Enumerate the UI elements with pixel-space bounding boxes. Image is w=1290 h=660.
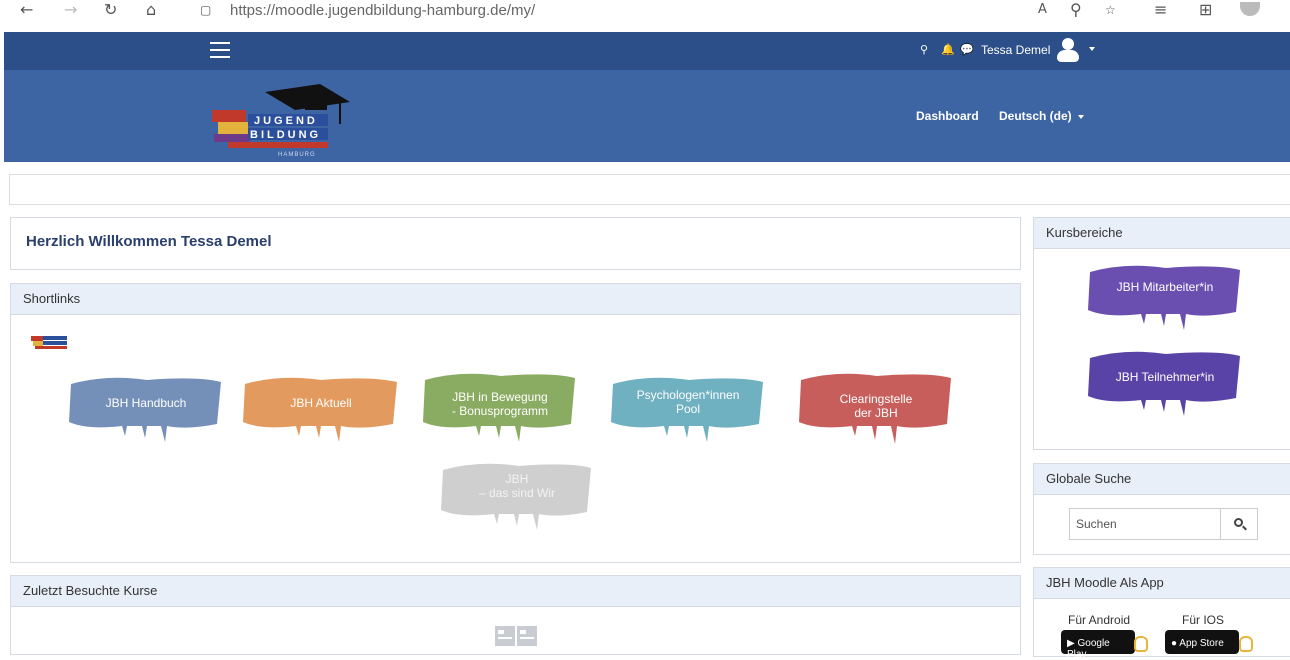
shortlink-psychologen-pool[interactable]: Psychologen*innen Pool bbox=[609, 374, 767, 444]
apple-icon: ● bbox=[1171, 638, 1178, 649]
collections-icon[interactable]: ⊞ bbox=[1199, 0, 1212, 20]
shortlink-jbh-aktuell[interactable]: JBH Aktuell bbox=[241, 374, 401, 444]
kursbereiche-title: Kursbereiche bbox=[1034, 218, 1290, 249]
back-icon[interactable]: ← bbox=[20, 0, 33, 20]
welcome-heading: Herzlich Willkommen Tessa Demel bbox=[26, 233, 272, 250]
app-store-label: App Store bbox=[1179, 638, 1224, 649]
courses-placeholder-icon bbox=[495, 626, 537, 646]
shortlink-label: JBH Aktuell bbox=[290, 396, 352, 410]
home-icon[interactable]: ⌂ bbox=[146, 0, 156, 20]
message-icon[interactable]: 💬 bbox=[960, 43, 974, 56]
favorites-icon[interactable]: ≡ bbox=[1154, 0, 1167, 20]
search-button[interactable] bbox=[1220, 508, 1258, 540]
search-icon[interactable]: ⚲ bbox=[920, 43, 928, 56]
jugendbildung-logo[interactable]: JUGEND BILDUNG HAMBURG bbox=[210, 78, 360, 160]
google-play-badge[interactable]: ▶ Google Play bbox=[1061, 630, 1135, 660]
pointer-hand-icon bbox=[1239, 636, 1253, 652]
pointer-hand-icon bbox=[1134, 636, 1148, 652]
play-store-icon: ▶ bbox=[1067, 638, 1075, 649]
kursbereiche-block: Kursbereiche JBH Mitarbeiter*in JBH Teil… bbox=[1033, 217, 1290, 450]
svg-text:BILDUNG: BILDUNG bbox=[250, 129, 321, 141]
language-menu[interactable]: Deutsch (de) bbox=[999, 109, 1084, 123]
kursbereich-label: JBH Teilnehmer*in bbox=[1115, 370, 1215, 384]
moodle-app-title: JBH Moodle Als App bbox=[1034, 568, 1290, 599]
language-caret-icon bbox=[1077, 114, 1084, 119]
svg-text:HAMBURG: HAMBURG bbox=[278, 152, 316, 158]
shortlink-label: Clearingstelle der JBH bbox=[839, 392, 913, 420]
recent-courses-block: Zuletzt Besuchte Kurse bbox=[10, 575, 1021, 655]
shortlink-label: JBH in Bewegung - Bonusprogramm bbox=[451, 390, 549, 418]
shortlink-das-sind-wir[interactable]: JBH – das sind Wir bbox=[439, 460, 595, 532]
search-input[interactable]: Suchen bbox=[1069, 508, 1221, 540]
zoom-icon[interactable]: ⚲ bbox=[1070, 0, 1082, 20]
site-info-icon[interactable]: ▢ bbox=[200, 0, 211, 20]
svg-text:JUGEND: JUGEND bbox=[254, 115, 318, 127]
forward-icon[interactable]: → bbox=[64, 0, 77, 20]
app-store-badge[interactable]: ● App Store bbox=[1165, 630, 1239, 654]
recent-courses-title: Zuletzt Besuchte Kurse bbox=[11, 576, 1020, 607]
welcome-block: Herzlich Willkommen Tessa Demel bbox=[10, 217, 1021, 270]
user-name[interactable]: Tessa Demel bbox=[981, 43, 1050, 57]
read-aloud-icon[interactable]: A bbox=[1038, 0, 1047, 20]
browser-profile-icon[interactable] bbox=[1240, 2, 1260, 16]
shortlinks-title: Shortlinks bbox=[11, 284, 1020, 315]
browser-bar: ← → ↻ ⌂ ▢ https://moodle.jugendbildung-h… bbox=[0, 0, 1290, 32]
notification-bell-icon[interactable]: 🔔 bbox=[941, 43, 955, 56]
jugendbildung-mini-logo bbox=[31, 336, 67, 349]
shortlink-clearingstelle[interactable]: Clearingstelle der JBH bbox=[797, 368, 955, 446]
top-navbar: ⚲ 🔔 💬 Tessa Demel bbox=[4, 32, 1290, 70]
global-search-block: Globale Suche Suchen bbox=[1033, 463, 1290, 555]
shortlinks-block: Shortlinks JBH Handbuch JBH Aktuell JBH … bbox=[10, 283, 1021, 563]
ios-label: Für IOS bbox=[1182, 613, 1225, 627]
extensions-icon[interactable]: ☆ bbox=[1105, 0, 1116, 20]
nav-dashboard[interactable]: Dashboard bbox=[916, 109, 979, 123]
search-icon-handle bbox=[1242, 525, 1247, 531]
menu-toggle-icon[interactable] bbox=[210, 42, 230, 58]
site-header: JUGEND BILDUNG HAMBURG Dashboard Deutsch… bbox=[4, 70, 1290, 162]
address-bar[interactable]: https://moodle.jugendbildung-hamburg.de/… bbox=[230, 2, 535, 19]
avatar[interactable] bbox=[1055, 36, 1081, 62]
kursbereich-mitarbeiter[interactable]: JBH Mitarbeiter*in bbox=[1086, 262, 1244, 332]
shortlink-label: JBH Handbuch bbox=[105, 396, 187, 410]
kursbereich-label: JBH Mitarbeiter*in bbox=[1116, 280, 1214, 294]
splash-shape bbox=[1088, 265, 1240, 330]
language-label: Deutsch (de) bbox=[999, 109, 1072, 123]
shortlink-jbh-handbuch[interactable]: JBH Handbuch bbox=[67, 374, 225, 444]
user-menu-caret-icon[interactable] bbox=[1089, 47, 1095, 51]
shortlink-label: JBH – das sind Wir bbox=[478, 472, 556, 500]
refresh-icon[interactable]: ↻ bbox=[104, 0, 117, 20]
shortlink-jbh-bewegung[interactable]: JBH in Bewegung - Bonusprogramm bbox=[421, 368, 579, 444]
moodle-app-block: JBH Moodle Als App Für Android Für IOS ▶… bbox=[1033, 567, 1290, 660]
shortlink-label: Psychologen*innen Pool bbox=[636, 388, 740, 416]
android-label: Für Android bbox=[1068, 613, 1131, 627]
kursbereich-teilnehmer[interactable]: JBH Teilnehmer*in bbox=[1086, 348, 1244, 418]
global-search-title: Globale Suche bbox=[1034, 464, 1290, 495]
breadcrumb-bar bbox=[9, 174, 1290, 205]
